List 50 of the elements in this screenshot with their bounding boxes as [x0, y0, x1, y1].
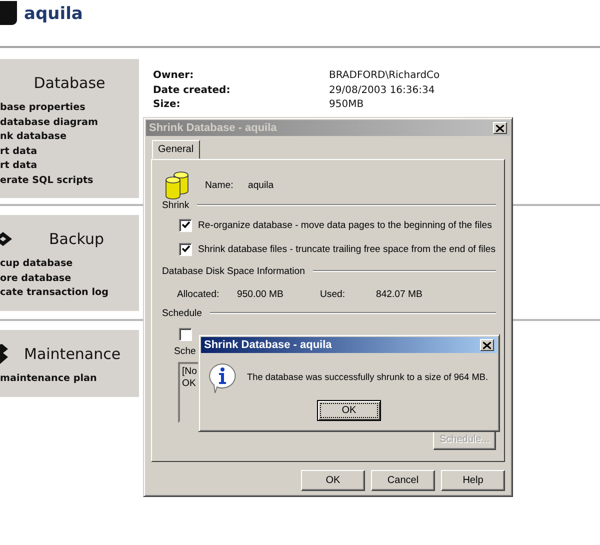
field-label: Date created: [153, 84, 232, 98]
field-value: aquila [248, 180, 274, 190]
close-icon [483, 342, 491, 348]
panel-heading: Backup [49, 230, 104, 248]
dialog-title: Shrink Database - aquila [149, 122, 277, 134]
dialog-button[interactable]: OK [301, 470, 365, 491]
group-label: Schedule [162, 308, 202, 318]
list-item: OK [182, 378, 196, 390]
panel-heading: Database [34, 74, 106, 92]
ok-button[interactable]: OK [317, 400, 381, 421]
checkbox[interactable] [179, 242, 192, 256]
task-link[interactable]: maintenance plan [0, 372, 139, 386]
field-label: Owner: [153, 69, 195, 83]
close-button[interactable] [493, 122, 507, 134]
task-link[interactable]: rt data [0, 144, 139, 159]
close-button[interactable] [480, 339, 494, 351]
option-label[interactable]: Re-organize database - move data pages to the beginning of the files [198, 220, 492, 230]
field-label: Size: [153, 98, 182, 112]
message-text: The database was successfully shrunk to a size of 964 MB. [247, 372, 488, 382]
task-link[interactable]: rt data [0, 159, 139, 174]
message-title: Shrink Database - aquila [204, 339, 332, 351]
logo-icon [0, 1, 17, 25]
dialog-button[interactable]: Cancel [371, 470, 435, 491]
group-label: Database Disk Space Information [162, 266, 305, 276]
field-value: 842.07 MB [376, 288, 424, 300]
tab[interactable]: General [152, 140, 200, 159]
dialog-button[interactable]: Help [441, 470, 505, 491]
group-label: Shrink [162, 200, 190, 210]
task-link[interactable]: nk database [0, 130, 139, 144]
field-label: Sche [174, 346, 197, 359]
list-item: [No [182, 366, 197, 378]
field-label: Used: [320, 288, 346, 300]
field-value: 29/08/2003 16:36:34 [329, 84, 436, 98]
panel-heading: Maintenance [24, 345, 121, 363]
field-value: BRADFORD\RichardCo [329, 69, 440, 83]
field-label: Allocated: [177, 288, 220, 300]
close-icon [496, 124, 504, 132]
task-link[interactable]: erate SQL scripts [0, 174, 139, 188]
task-link[interactable]: database diagram [0, 116, 139, 130]
field-value: 950MB [329, 98, 365, 112]
task-link[interactable]: cate transaction log [0, 286, 139, 300]
field-label: Name: [205, 180, 234, 190]
task-link[interactable]: base properties [0, 101, 139, 116]
checkbox[interactable] [179, 218, 192, 232]
field-value: 950.00 MB [237, 288, 284, 300]
option-label[interactable]: Shrink database files - truncate trailing free space from the end of files [198, 244, 496, 254]
task-link[interactable]: cup database [0, 257, 139, 272]
task-link[interactable]: ore database [0, 272, 139, 286]
site-title: aquila [24, 4, 83, 24]
checkbox[interactable] [179, 328, 192, 341]
